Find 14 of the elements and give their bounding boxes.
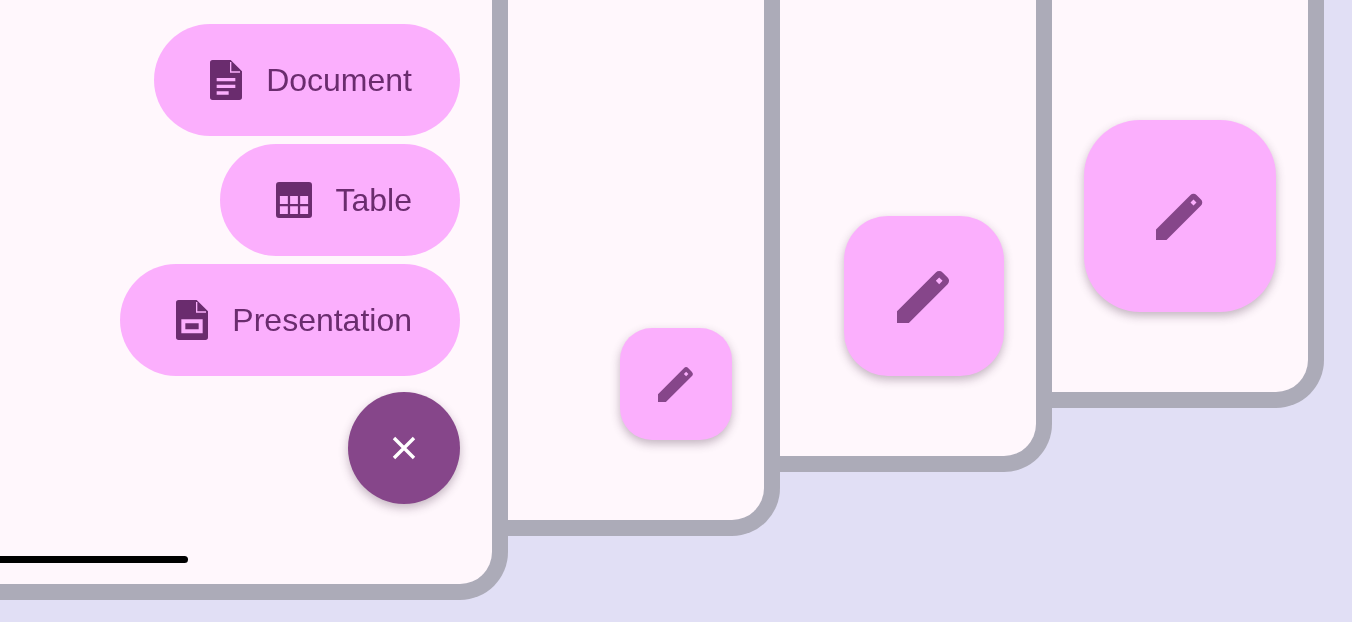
edit-button[interactable]	[620, 328, 732, 440]
edit-button[interactable]	[844, 216, 1004, 376]
table-icon	[275, 182, 312, 218]
edit-button[interactable]	[1084, 120, 1276, 312]
menu-item[interactable]: Document	[154, 24, 460, 136]
menu-item[interactable]: Table	[219, 144, 460, 256]
presentation-icon	[176, 300, 209, 340]
menu-item[interactable]: Presentation	[120, 264, 460, 376]
close-button[interactable]	[348, 392, 460, 504]
pencil-icon	[1156, 192, 1204, 240]
pencil-icon	[897, 269, 951, 323]
pencil-icon	[658, 366, 694, 402]
document-icon	[210, 60, 243, 100]
close-icon	[392, 436, 416, 460]
